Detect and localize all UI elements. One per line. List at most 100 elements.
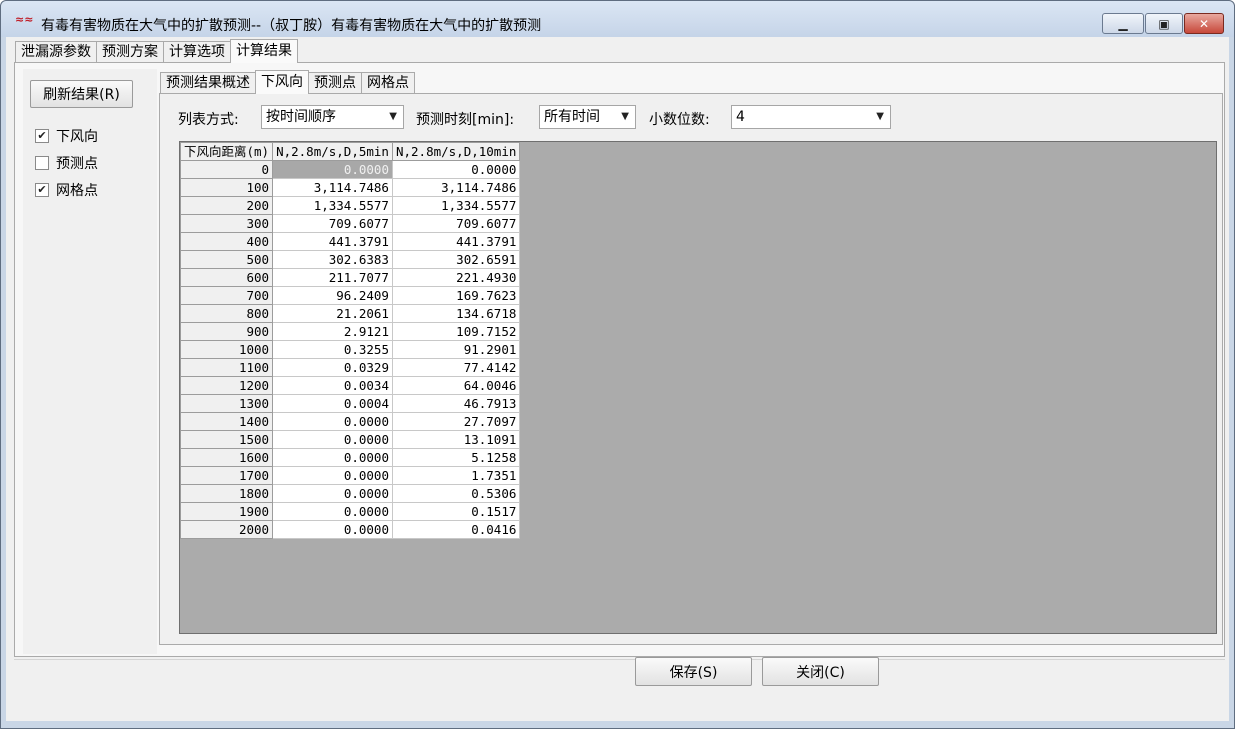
table-cell[interactable]: 0.0000 [272, 520, 393, 539]
tab-calc-options[interactable]: 计算选项 [163, 41, 231, 63]
table-row[interactable]: 400 441.3791 441.3791 [179, 232, 521, 251]
close-button[interactable]: 关闭(C) [762, 657, 879, 686]
row-header-cell[interactable]: 1700 [179, 466, 274, 485]
table-cell[interactable]: 0.0004 [272, 394, 393, 413]
table-cell[interactable]: 109.7152 [391, 322, 521, 341]
row-header-cell[interactable]: 100 [179, 178, 274, 197]
table-cell[interactable]: 0.0000 [272, 466, 393, 485]
checkbox-box[interactable]: ✔ [35, 129, 49, 143]
table-row[interactable]: 500 302.6383 302.6591 [179, 250, 521, 269]
table-row[interactable]: 1900 0.0000 0.1517 [179, 502, 521, 521]
table-cell[interactable]: 0.0000 [272, 484, 393, 503]
table-cell[interactable]: 302.6383 [272, 250, 393, 269]
table-row[interactable]: 1100 0.0329 77.4142 [179, 358, 521, 377]
table-row[interactable]: 1700 0.0000 1.7351 [179, 466, 521, 485]
table-cell[interactable]: 169.7623 [391, 286, 521, 305]
table-row[interactable]: 1300 0.0004 46.7913 [179, 394, 521, 413]
list-mode-select[interactable]: 按时间顺序 ▼ [261, 105, 404, 129]
table-row[interactable]: 1500 0.0000 13.1091 [179, 430, 521, 449]
forecast-time-select[interactable]: 所有时间 ▼ [539, 105, 636, 129]
table-cell[interactable]: 0.0000 [272, 412, 393, 431]
table-cell[interactable]: 134.6718 [391, 304, 521, 323]
results-table[interactable]: 下风向距离(m) N,2.8m/s,D,5min N,2.8m/s,D,10mi… [179, 142, 521, 539]
table-cell[interactable]: 0.0000 [272, 160, 393, 179]
table-cell[interactable]: 77.4142 [391, 358, 521, 377]
table-cell[interactable]: 2.9121 [272, 322, 393, 341]
table-cell[interactable]: 0.1517 [391, 502, 521, 521]
row-header-cell[interactable]: 1100 [179, 358, 274, 377]
table-cell[interactable]: 3,114.7486 [391, 178, 521, 197]
table-cell[interactable]: 441.3791 [272, 232, 393, 251]
tab-grid-points[interactable]: 网格点 [361, 72, 415, 94]
row-header-cell[interactable]: 1300 [179, 394, 274, 413]
row-header-cell[interactable]: 200 [179, 196, 274, 215]
table-cell[interactable]: 302.6591 [391, 250, 521, 269]
checkbox-box[interactable]: ✔ [35, 183, 49, 197]
table-cell[interactable]: 0.0000 [272, 502, 393, 521]
table-cell[interactable]: 1.7351 [391, 466, 521, 485]
table-cell[interactable]: 96.2409 [272, 286, 393, 305]
checkbox-forecast-points[interactable]: 预测点 [35, 153, 98, 173]
row-header-cell[interactable]: 600 [179, 268, 274, 287]
table-row[interactable]: 1000 0.3255 91.2901 [179, 340, 521, 359]
table-cell[interactable]: 709.6077 [391, 214, 521, 233]
checkbox-downwind[interactable]: ✔ 下风向 [35, 126, 98, 146]
table-cell[interactable]: 3,114.7486 [272, 178, 393, 197]
row-header-cell[interactable]: 700 [179, 286, 274, 305]
table-cell[interactable]: 0.0034 [272, 376, 393, 395]
table-row[interactable]: 0 0.0000 0.0000 [179, 160, 521, 179]
checkbox-grid-points[interactable]: ✔ 网格点 [35, 180, 98, 200]
save-button[interactable]: 保存(S) [635, 657, 752, 686]
table-row[interactable]: 900 2.9121 109.7152 [179, 322, 521, 341]
table-row[interactable]: 600 211.7077 221.4930 [179, 268, 521, 287]
table-cell[interactable]: 0.0416 [391, 520, 521, 539]
table-cell[interactable]: 709.6077 [272, 214, 393, 233]
table-cell[interactable]: 1,334.5577 [272, 196, 393, 215]
row-header-cell[interactable]: 900 [179, 322, 274, 341]
table-cell[interactable]: 0.3255 [272, 340, 393, 359]
tab-downwind[interactable]: 下风向 [255, 70, 309, 94]
table-row[interactable]: 800 21.2061 134.6718 [179, 304, 521, 323]
table-cell[interactable]: 27.7097 [391, 412, 521, 431]
row-header-cell[interactable]: 1600 [179, 448, 274, 467]
table-cell[interactable]: 211.7077 [272, 268, 393, 287]
tab-calc-results[interactable]: 计算结果 [230, 39, 298, 63]
close-window-button[interactable]: ✕ [1184, 13, 1224, 34]
tab-leak-source[interactable]: 泄漏源参数 [15, 41, 97, 63]
title-bar[interactable]: ≈≈ 有毒有害物质在大气中的扩散预测--（叔丁胺）有毒有害物质在大气中的扩散预测… [1, 1, 1234, 37]
tab-forecast-plan[interactable]: 预测方案 [96, 41, 164, 63]
table-cell[interactable]: 91.2901 [391, 340, 521, 359]
column-header-5min[interactable]: N,2.8m/s,D,5min [272, 142, 393, 161]
row-header-cell[interactable]: 500 [179, 250, 274, 269]
decimals-select[interactable]: 4 ▼ [731, 105, 891, 129]
table-cell[interactable]: 21.2061 [272, 304, 393, 323]
table-cell[interactable]: 5.1258 [391, 448, 521, 467]
table-row[interactable]: 2000 0.0000 0.0416 [179, 520, 521, 539]
checkbox-box[interactable] [35, 156, 49, 170]
table-cell[interactable]: 221.4930 [391, 268, 521, 287]
table-cell[interactable]: 0.0000 [272, 430, 393, 449]
minimize-button[interactable]: ▁ [1102, 13, 1144, 34]
row-header-cell[interactable]: 1200 [179, 376, 274, 395]
column-header-distance[interactable]: 下风向距离(m) [179, 142, 274, 161]
row-header-cell[interactable]: 2000 [179, 520, 274, 539]
row-header-cell[interactable]: 1900 [179, 502, 274, 521]
row-header-cell[interactable]: 1500 [179, 430, 274, 449]
table-cell[interactable]: 0.0000 [272, 448, 393, 467]
table-row[interactable]: 1400 0.0000 27.7097 [179, 412, 521, 431]
results-grid[interactable]: 下风向距离(m) N,2.8m/s,D,5min N,2.8m/s,D,10mi… [179, 141, 1217, 634]
table-cell[interactable]: 0.0329 [272, 358, 393, 377]
row-header-cell[interactable]: 400 [179, 232, 274, 251]
tab-forecast-points[interactable]: 预测点 [308, 72, 362, 94]
table-cell[interactable]: 13.1091 [391, 430, 521, 449]
row-header-cell[interactable]: 800 [179, 304, 274, 323]
table-row[interactable]: 1800 0.0000 0.5306 [179, 484, 521, 503]
row-header-cell[interactable]: 1400 [179, 412, 274, 431]
row-header-cell[interactable]: 1800 [179, 484, 274, 503]
refresh-results-button[interactable]: 刷新结果(R) [30, 80, 133, 108]
table-cell[interactable]: 1,334.5577 [391, 196, 521, 215]
table-row[interactable]: 700 96.2409 169.7623 [179, 286, 521, 305]
table-row[interactable]: 1200 0.0034 64.0046 [179, 376, 521, 395]
table-row[interactable]: 200 1,334.5577 1,334.5577 [179, 196, 521, 215]
row-header-cell[interactable]: 300 [179, 214, 274, 233]
